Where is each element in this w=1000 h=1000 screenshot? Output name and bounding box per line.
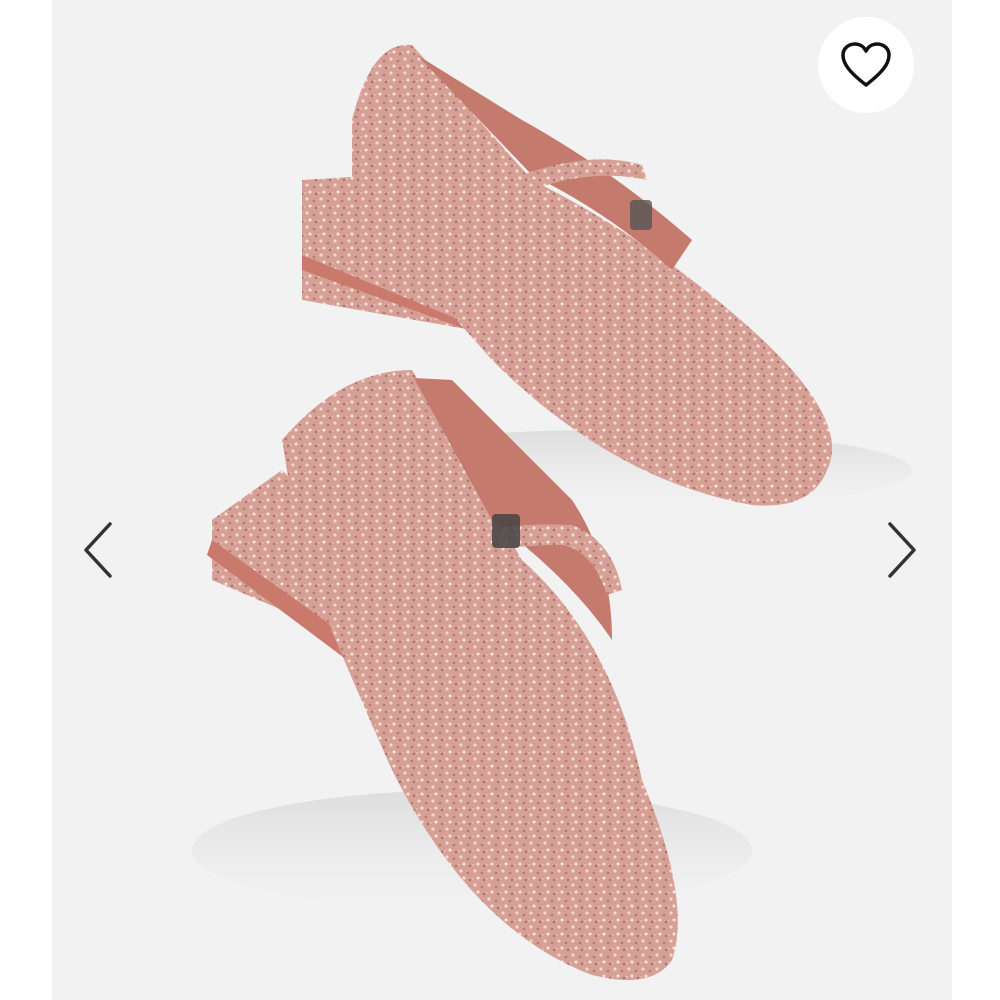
previous-image-button[interactable] bbox=[70, 510, 130, 590]
image-stage bbox=[52, 0, 952, 1000]
product-photo bbox=[192, 44, 912, 980]
heart-outline-icon bbox=[841, 42, 891, 87]
next-image-button[interactable] bbox=[870, 510, 930, 590]
product-image-viewer bbox=[0, 0, 1000, 1000]
chevron-left-icon bbox=[84, 522, 112, 578]
favorite-button[interactable] bbox=[818, 17, 914, 113]
chevron-right-icon bbox=[888, 522, 916, 578]
